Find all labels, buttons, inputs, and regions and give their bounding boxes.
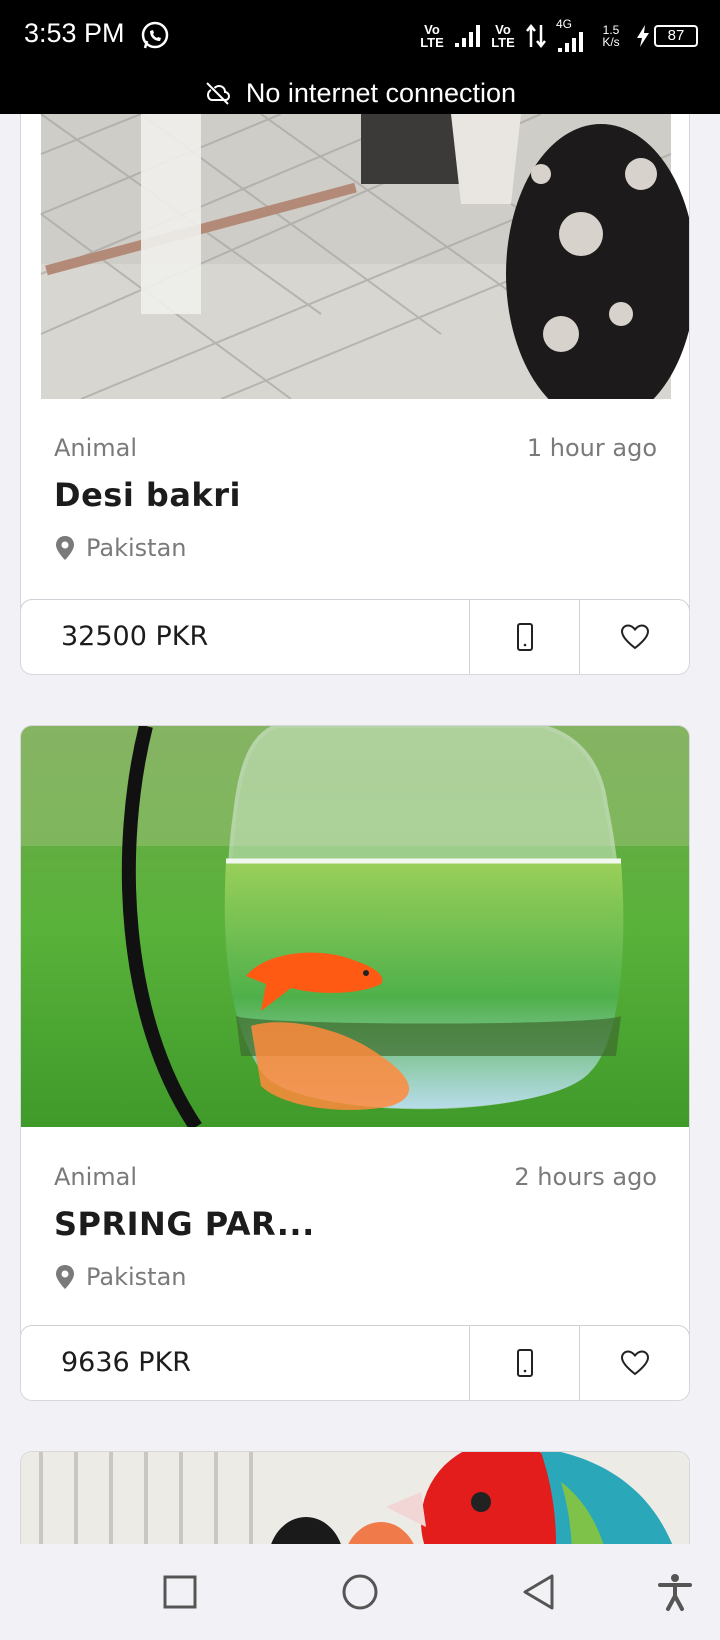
system-navigation-bar — [0, 1544, 720, 1640]
location-text: Pakistan — [86, 534, 187, 562]
data-transfer-icon — [526, 23, 546, 49]
status-time: 3:53 PM — [24, 18, 125, 48]
triangle-back-icon[interactable] — [520, 1572, 560, 1612]
listing-location: Pakistan — [54, 1263, 187, 1291]
listing-image[interactable] — [21, 114, 689, 399]
heart-icon — [620, 624, 649, 650]
call-button[interactable] — [469, 600, 579, 674]
status-icons: Vo LTE Vo LTE 4G 1.5 K/s 87 — [419, 18, 698, 52]
favorite-button[interactable] — [579, 1326, 689, 1400]
phone-icon — [516, 1349, 533, 1377]
call-button[interactable] — [469, 1326, 579, 1400]
listing-image[interactable] — [21, 726, 689, 1127]
signal-4g-icon: 4G — [556, 18, 586, 52]
no-internet-text: No internet connection — [245, 77, 517, 108]
square-icon[interactable] — [160, 1572, 200, 1612]
phone-icon — [516, 623, 533, 651]
whatsapp-icon — [141, 21, 169, 49]
location-pin-icon — [56, 536, 74, 560]
location-text: Pakistan — [86, 1263, 187, 1291]
network-speed: 1.5 K/s — [602, 23, 620, 49]
listing-category: Animal — [54, 434, 138, 462]
status-bar: 3:53 PM Vo LTE Vo LTE 4G 1.5 K/s 87 — [0, 0, 720, 72]
accessibility-icon[interactable] — [655, 1572, 695, 1612]
battery-indicator: 87 — [636, 25, 698, 47]
heart-icon — [620, 1350, 649, 1376]
volte-indicator-1: Vo LTE — [420, 22, 444, 50]
listing-category: Animal — [54, 1163, 138, 1191]
listing-location: Pakistan — [54, 534, 187, 562]
listing-time: 1 hour ago — [526, 434, 657, 462]
cloud-off-icon — [206, 82, 230, 105]
listing-price: 9636 PKR — [61, 1347, 192, 1378]
favorite-button[interactable] — [579, 600, 689, 674]
listing-card[interactable]: Animal 1 hour ago Desi bakri Pakistan 32… — [20, 114, 690, 675]
price-bar: 32500 PKR — [21, 599, 689, 674]
listing-title[interactable]: SPRING PAR... — [54, 1205, 315, 1243]
listing-title[interactable]: Desi bakri — [54, 476, 241, 514]
listing-time: 2 hours ago — [514, 1163, 657, 1191]
listing-card[interactable]: Animal 2 hours ago SPRING PAR... Pakista… — [20, 725, 690, 1401]
price-bar: 9636 PKR — [21, 1325, 689, 1400]
battery-level: 87 — [654, 25, 698, 47]
listing-price: 32500 PKR — [61, 621, 209, 652]
volte-indicator-2: Vo LTE — [491, 22, 515, 50]
signal-icon — [455, 25, 480, 47]
charging-icon — [637, 25, 649, 47]
no-internet-banner: No internet connection — [0, 72, 720, 114]
location-pin-icon — [56, 1265, 74, 1289]
circle-icon[interactable] — [340, 1572, 380, 1612]
